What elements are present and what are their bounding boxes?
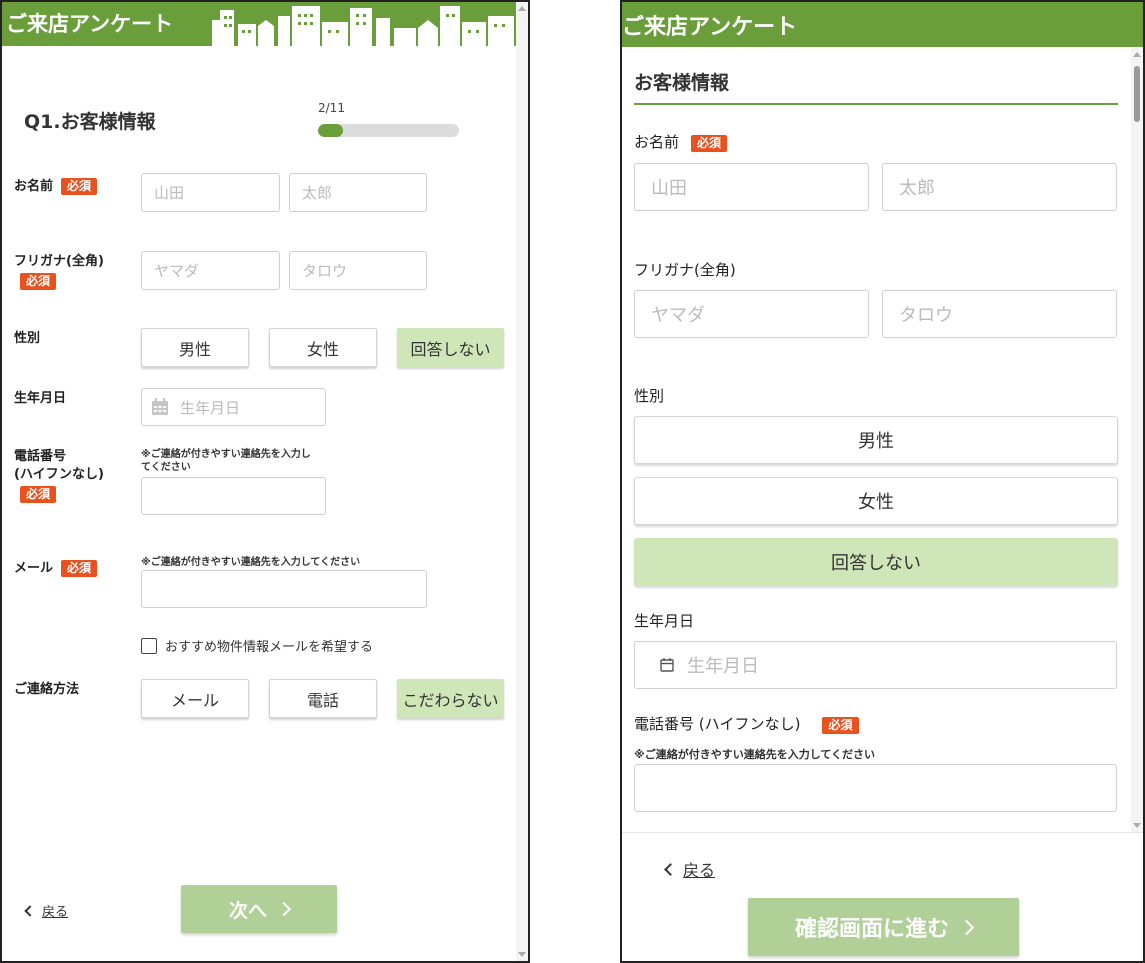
gender-male-button[interactable]: 男性 [141,328,249,367]
next-button[interactable]: 次へ [181,885,337,933]
contact-no-preference-button[interactable]: こだわらない [397,679,504,718]
survey-screen-mobile: ご来店アンケート お客様情報 お名前 必須 山田 太郎 フリガナ(全角) ヤマダ … [620,0,1145,963]
name-label: お名前 必須 [634,131,728,152]
chevron-left-icon [24,904,36,917]
email-label: メール 必須 [14,560,98,578]
back-link-label: 戻る [683,861,716,880]
section-title: お客様情報 [634,72,730,94]
newsletter-checkbox-row[interactable]: おすすめ物件情報メールを希望する [141,636,373,655]
kana-label-text: フリガナ(全角) [14,254,104,269]
footer-bar: 戻る 確認画面に進む [622,832,1143,961]
phone-input[interactable] [634,764,1117,812]
confirm-button[interactable]: 確認画面に進む [748,898,1019,956]
phone-label-text: 電話番号 (ハイフンなし) [634,715,801,733]
next-button-label: 次へ [228,899,267,922]
calendar-icon [152,398,168,415]
scroll-up-arrow-icon[interactable] [518,6,526,11]
scrollbar-thumb[interactable] [1134,66,1140,122]
newsletter-checkbox-label: おすすめ物件情報メールを希望する [165,640,374,655]
scroll-down-arrow-icon[interactable] [518,952,526,957]
chevron-right-icon [276,901,292,917]
back-link-label: 戻る [42,905,69,920]
name-label: お名前 必須 [14,178,98,196]
gender-label: 性別 [14,331,41,346]
survey-screen-desktop: ご来店アンケート Q1.お客様情報 2/11 お名前 必須 山田 太郎 フリガナ… [0,0,530,963]
contact-method-label: ご連絡方法 [14,682,80,697]
first-name-input[interactable]: 太郎 [882,163,1117,211]
birthday-label: 生年月日 [634,612,695,630]
phone-note-line1: ※ご連絡が付きやすい連絡先を入力し [141,449,311,460]
birthday-input[interactable]: 生年月日 [141,388,326,426]
app-title: ご来店アンケート [622,15,798,40]
phone-label: 電話番号 (ハイフンなし) 必須 [14,448,104,504]
scroll-up-arrow-icon[interactable] [1133,52,1141,57]
name-label-text: お名前 [634,133,680,151]
phone-input[interactable] [141,477,326,515]
gender-male-button[interactable]: 男性 [634,416,1118,464]
gender-female-button[interactable]: 女性 [269,328,377,367]
required-badge: 必須 [61,560,98,577]
last-name-kana-input[interactable]: ヤマダ [141,251,280,290]
last-name-kana-input[interactable]: ヤマダ [634,290,869,338]
last-name-input[interactable]: 山田 [634,163,869,211]
required-badge: 必須 [20,273,57,290]
phone-note: ※ご連絡が付きやすい連絡先を入力し てください [141,448,311,474]
progress-bar [318,124,459,137]
page-scrollbar[interactable] [1131,48,1143,832]
gender-no-answer-button[interactable]: 回答しない [397,328,504,367]
required-badge: 必須 [691,135,728,152]
calendar-icon [660,658,674,672]
chevron-right-icon [958,919,975,935]
first-name-kana-input[interactable]: タロウ [289,251,427,290]
kana-label: フリガナ(全角) 必須 [14,253,104,291]
gender-female-button[interactable]: 女性 [634,477,1118,525]
gender-label: 性別 [634,387,665,405]
newsletter-checkbox[interactable] [141,637,157,654]
progress-bar-fill [318,124,344,137]
app-header: ご来店アンケート [2,2,528,48]
required-badge: 必須 [20,486,57,503]
kana-label: フリガナ(全角) [634,261,736,279]
phone-label-line2: (ハイフンなし) [14,467,104,482]
required-badge: 必須 [61,178,98,195]
back-link[interactable]: 戻る [664,857,716,881]
section-divider [634,103,1118,105]
email-note: ※ご連絡が付きやすい連絡先を入力してください [141,557,361,568]
first-name-input[interactable]: 太郎 [289,173,427,212]
phone-label-line1: 電話番号 [14,449,67,464]
gender-no-answer-button[interactable]: 回答しない [634,538,1118,586]
birthday-label: 生年月日 [14,391,67,406]
progress-label: 2/11 [318,101,345,115]
phone-note: ※ご連絡が付きやすい連絡先を入力してください [634,748,876,761]
app-header: ご来店アンケート [622,2,1143,47]
app-title: ご来店アンケート [6,12,174,36]
confirm-button-label: 確認画面に進む [794,917,949,942]
city-skyline-icon [212,6,514,48]
birthday-input[interactable]: 生年月日 [634,641,1117,689]
back-link[interactable]: 戻る [24,901,69,920]
birthday-placeholder: 生年月日 [180,398,241,417]
phone-note-line2: てください [141,462,191,473]
page-scrollbar[interactable] [516,2,528,961]
question-title: Q1.お客様情報 [24,111,156,133]
scroll-down-arrow-icon[interactable] [1133,823,1141,828]
chevron-left-icon [664,862,677,876]
email-label-text: メール [14,561,54,576]
phone-label: 電話番号 (ハイフンなし) 必須 [634,713,859,734]
last-name-input[interactable]: 山田 [141,173,280,212]
contact-phone-button[interactable]: 電話 [269,679,377,718]
first-name-kana-input[interactable]: タロウ [882,290,1117,338]
contact-email-button[interactable]: メール [141,679,249,718]
name-label-text: お名前 [14,179,54,194]
required-badge: 必須 [822,717,859,734]
email-input[interactable] [141,570,427,608]
birthday-placeholder: 生年月日 [687,656,759,677]
